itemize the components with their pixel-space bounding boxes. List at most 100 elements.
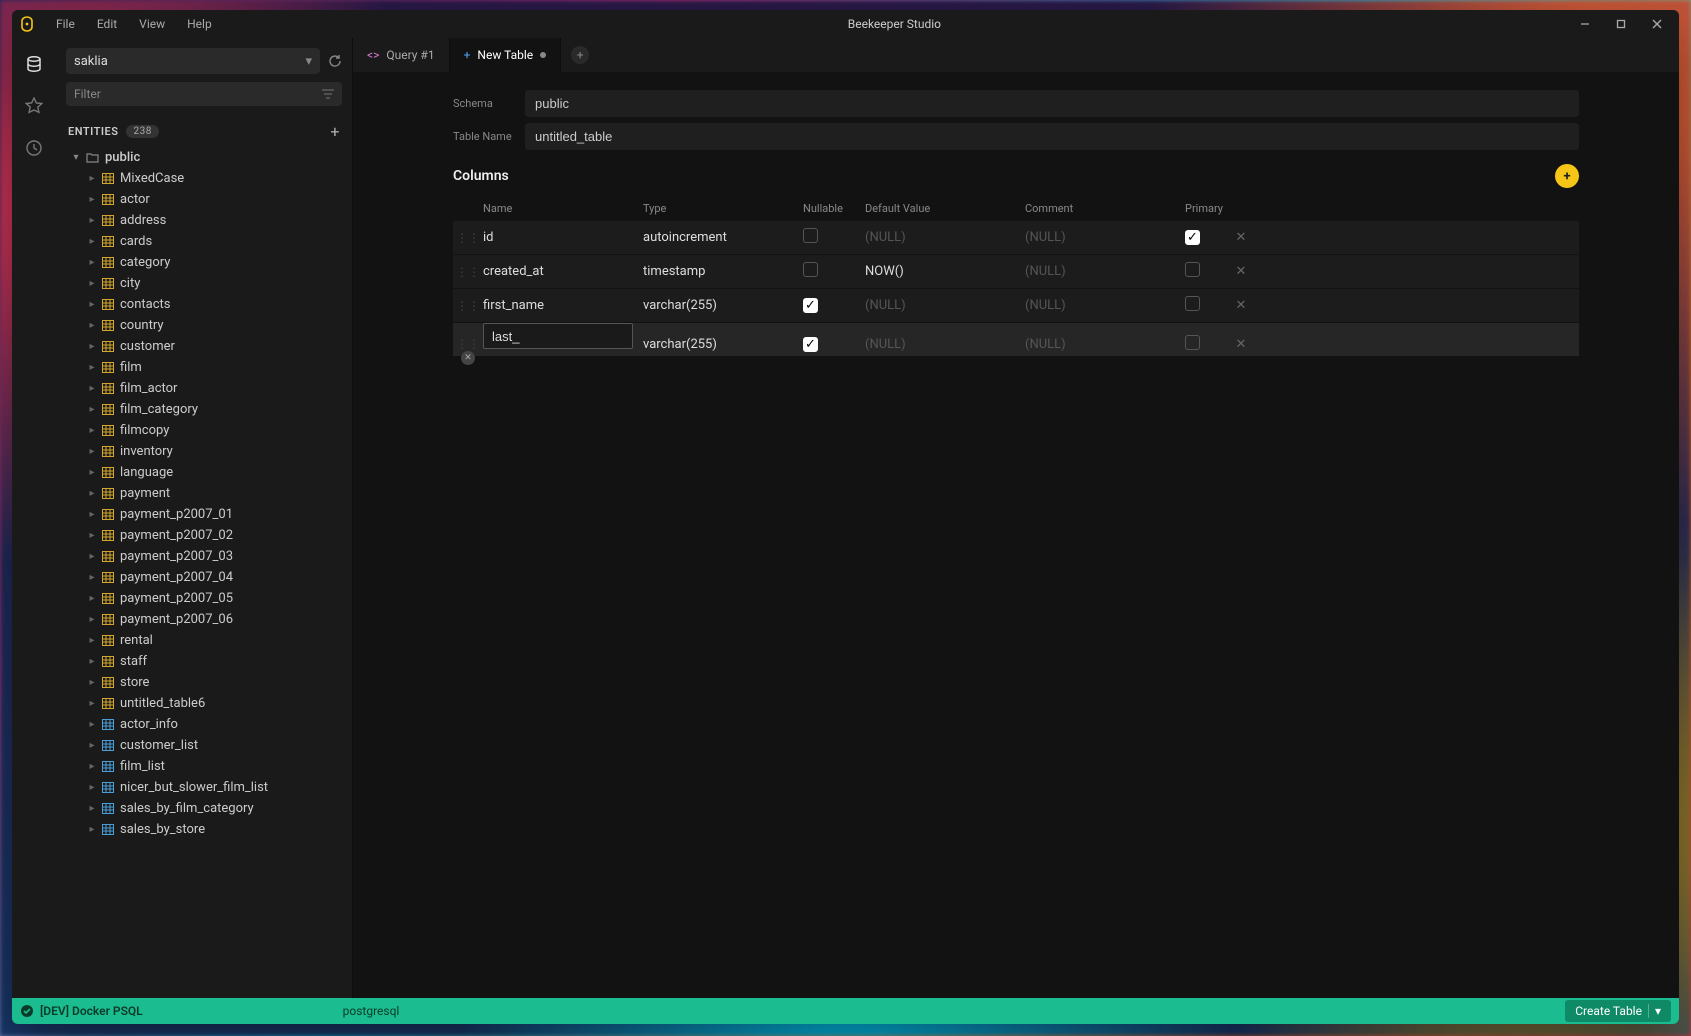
entity-item[interactable]: ▸film_actor	[56, 378, 352, 399]
entity-name: contacts	[120, 297, 171, 312]
drag-handle-icon[interactable]: ⋮⋮	[453, 337, 483, 351]
entity-item[interactable]: ▸film_category	[56, 399, 352, 420]
entity-item[interactable]: ▸actor_info	[56, 714, 352, 735]
maximize-button[interactable]	[1603, 10, 1639, 38]
entity-item[interactable]: ▸cards	[56, 231, 352, 252]
entity-item[interactable]: ▸payment_p2007_01	[56, 504, 352, 525]
close-button[interactable]	[1639, 10, 1675, 38]
entity-item[interactable]: ▸payment_p2007_04	[56, 567, 352, 588]
nullable-checkbox[interactable]	[803, 228, 818, 243]
entity-item[interactable]: ▸nicer_but_slower_film_list	[56, 777, 352, 798]
remove-column-button[interactable]: ✕	[1225, 230, 1257, 245]
column-comment[interactable]: (NULL)	[1025, 230, 1185, 245]
entity-item[interactable]: ▸payment_p2007_05	[56, 588, 352, 609]
database-select[interactable]: saklia ▾	[66, 48, 320, 74]
entity-item[interactable]: ▸payment_p2007_06	[56, 609, 352, 630]
entity-item[interactable]: ▸customer_list	[56, 735, 352, 756]
chevron-right-icon: ▸	[86, 341, 98, 352]
tab[interactable]: <>Query #1	[353, 38, 450, 72]
create-table-label: Create Table	[1575, 1004, 1642, 1018]
entity-item[interactable]: ▸sales_by_film_category	[56, 798, 352, 819]
entity-item[interactable]: ▸MixedCase	[56, 168, 352, 189]
entity-item[interactable]: ▸payment	[56, 483, 352, 504]
add-column-button[interactable]: +	[1555, 164, 1579, 188]
nullable-checkbox[interactable]: ✓	[803, 337, 818, 352]
filter-options-icon[interactable]	[322, 89, 334, 99]
clear-icon[interactable]: ✕	[461, 351, 475, 365]
column-name-input[interactable]	[483, 323, 633, 349]
remove-column-button[interactable]: ✕	[1225, 337, 1257, 352]
menu-file[interactable]: File	[46, 13, 85, 35]
chevron-down-icon[interactable]: ▾	[1648, 1004, 1661, 1018]
connection-status[interactable]: [DEV] Docker PSQL	[20, 1004, 143, 1018]
entity-item[interactable]: ▸inventory	[56, 441, 352, 462]
history-icon[interactable]	[20, 134, 48, 162]
entity-item[interactable]: ▸payment_p2007_03	[56, 546, 352, 567]
entity-item[interactable]: ▸staff	[56, 651, 352, 672]
entity-item[interactable]: ▸country	[56, 315, 352, 336]
column-name[interactable]: id	[483, 230, 643, 245]
new-tab-button[interactable]: +	[571, 46, 589, 64]
drag-handle-icon[interactable]: ⋮⋮	[453, 231, 483, 245]
entity-item[interactable]: ▸city	[56, 273, 352, 294]
entity-item[interactable]: ▸film	[56, 357, 352, 378]
refresh-icon[interactable]	[328, 54, 342, 68]
entity-item[interactable]: ▸payment_p2007_02	[56, 525, 352, 546]
star-icon[interactable]	[20, 92, 48, 120]
entity-item[interactable]: ▸language	[56, 462, 352, 483]
entity-item[interactable]: ▸category	[56, 252, 352, 273]
menu-view[interactable]: View	[129, 13, 175, 35]
column-comment[interactable]: (NULL)	[1025, 298, 1185, 313]
column-name[interactable]: created_at	[483, 264, 643, 279]
drag-handle-icon[interactable]: ⋮⋮	[453, 265, 483, 279]
entity-item[interactable]: ▸untitled_table6	[56, 693, 352, 714]
chevron-right-icon: ▸	[86, 635, 98, 646]
entity-item[interactable]: ▸actor	[56, 189, 352, 210]
entity-item[interactable]: ▸film_list	[56, 756, 352, 777]
entity-item[interactable]: ▸address	[56, 210, 352, 231]
drag-handle-icon[interactable]: ⋮⋮	[453, 299, 483, 313]
default-value[interactable]: (NULL)	[865, 298, 1025, 313]
nullable-checkbox[interactable]: ✓	[803, 298, 818, 313]
default-value[interactable]: (NULL)	[865, 337, 1025, 352]
tab[interactable]: +New Table	[450, 38, 562, 72]
menu-help[interactable]: Help	[177, 13, 222, 35]
entity-item[interactable]: ▸store	[56, 672, 352, 693]
database-icon[interactable]	[20, 50, 48, 78]
remove-column-button[interactable]: ✕	[1225, 298, 1257, 313]
default-value[interactable]: (NULL)	[865, 230, 1025, 245]
entity-item[interactable]: ▸customer	[56, 336, 352, 357]
create-table-button[interactable]: Create Table ▾	[1565, 1000, 1671, 1022]
column-type[interactable]: timestamp	[643, 264, 803, 279]
primary-checkbox[interactable]	[1185, 296, 1200, 311]
nullable-checkbox[interactable]	[803, 262, 818, 277]
schema-node[interactable]: ▾ public	[56, 147, 352, 168]
entity-item[interactable]: ▸contacts	[56, 294, 352, 315]
table-icon	[102, 194, 114, 205]
entity-item[interactable]: ▸rental	[56, 630, 352, 651]
menu-edit[interactable]: Edit	[87, 13, 127, 35]
primary-checkbox[interactable]: ✓	[1185, 230, 1200, 245]
column-name[interactable]: first_name	[483, 298, 643, 313]
add-entity-button[interactable]: +	[330, 122, 340, 141]
table-icon	[102, 698, 114, 709]
dirty-indicator-icon	[540, 52, 546, 58]
entity-item[interactable]: ▸filmcopy	[56, 420, 352, 441]
primary-checkbox[interactable]	[1185, 335, 1200, 350]
statusbar: [DEV] Docker PSQL postgresql Create Tabl…	[12, 998, 1679, 1024]
schema-field[interactable]	[525, 90, 1579, 117]
chevron-right-icon: ▸	[86, 698, 98, 709]
primary-checkbox[interactable]	[1185, 262, 1200, 277]
default-value[interactable]: NOW()	[865, 264, 1025, 279]
column-comment[interactable]: (NULL)	[1025, 337, 1185, 352]
tablename-field[interactable]	[525, 123, 1579, 150]
column-type[interactable]: autoincrement	[643, 230, 803, 245]
column-type[interactable]: varchar(255)	[643, 298, 803, 313]
entity-filter-input[interactable]: Filter	[66, 82, 342, 106]
column-comment[interactable]: (NULL)	[1025, 264, 1185, 279]
entity-tree[interactable]: ▾ public ▸MixedCase▸actor▸address▸cards▸…	[56, 147, 352, 998]
minimize-button[interactable]	[1567, 10, 1603, 38]
remove-column-button[interactable]: ✕	[1225, 264, 1257, 279]
column-type[interactable]: varchar(255)	[643, 337, 803, 352]
entity-item[interactable]: ▸sales_by_store	[56, 819, 352, 840]
